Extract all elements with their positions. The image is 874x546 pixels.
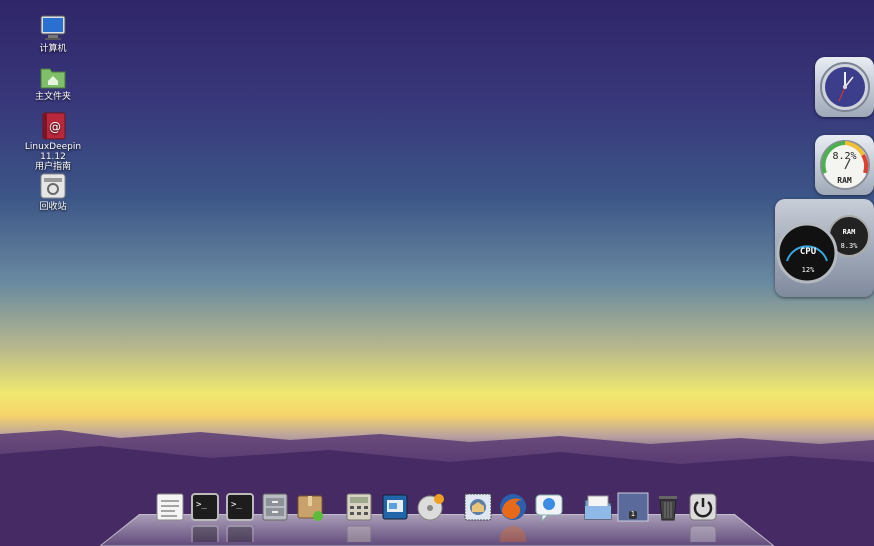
- dock-calculator[interactable]: [344, 492, 374, 522]
- desktop-icon-label: 主文件夹: [34, 92, 71, 102]
- svg-text:>_: >_: [231, 500, 242, 510]
- user-guide-icon: @: [42, 112, 66, 140]
- dock-mail-client[interactable]: [463, 492, 493, 522]
- dock-terminal-1[interactable]: >_: [190, 492, 220, 522]
- desktop-icon-label: 回收站: [39, 202, 67, 212]
- cpu-label: CPU: [799, 247, 817, 257]
- dock-text-editor[interactable]: [155, 492, 185, 522]
- svg-text:>_: >_: [196, 500, 207, 510]
- desktop-icon-label: 计算机: [39, 44, 67, 54]
- desktop-icon-trash[interactable]: 回收站: [13, 172, 93, 212]
- dock-reflection: [190, 524, 220, 542]
- cpu-value: 12%: [801, 266, 815, 274]
- dock-file-manager[interactable]: [583, 492, 613, 522]
- dock-reflection: [344, 524, 374, 542]
- dock-terminal-2[interactable]: >_: [225, 492, 255, 522]
- svg-text:@: @: [49, 120, 61, 134]
- ram-gauge-value: 8.2%: [832, 151, 857, 162]
- dock-workspace-switcher[interactable]: 1: [617, 492, 649, 522]
- dock-chat[interactable]: [534, 492, 564, 522]
- gauge-icon: [820, 140, 870, 190]
- ram-meter-label: RAM: [842, 228, 856, 236]
- desktop-icon-user-guide[interactable]: @ LinuxDeepin 11.12 用户指南: [13, 112, 93, 172]
- text-editor-icon: [156, 493, 184, 521]
- terminal-icon: >_: [226, 493, 254, 521]
- dock-power[interactable]: [688, 492, 718, 522]
- disc-burner-icon: [417, 494, 444, 521]
- dock-trash[interactable]: [653, 492, 683, 522]
- calculator-icon: [346, 493, 372, 521]
- power-icon: [689, 493, 717, 521]
- file-cabinet-icon: [262, 493, 288, 521]
- cpu-meter-widget[interactable]: CPU 12% RAM 8.3%: [775, 199, 874, 297]
- computer-icon: [40, 15, 66, 40]
- desktop-icon-home-folder[interactable]: 主文件夹: [13, 64, 93, 102]
- terminal-icon: >_: [191, 493, 219, 521]
- clock-icon: [820, 62, 870, 112]
- workspace-number: 1: [630, 510, 636, 518]
- dock-firefox[interactable]: [498, 492, 528, 522]
- chat-icon: [535, 494, 563, 522]
- dock-reflection: [498, 524, 528, 542]
- trash-icon: [659, 496, 677, 521]
- desktop-icon-computer[interactable]: 计算机: [13, 14, 93, 54]
- file-manager-icon: [584, 495, 612, 520]
- dock-reflection: [225, 524, 255, 542]
- mail-client-icon: [464, 493, 492, 521]
- home-folder-icon: [40, 68, 66, 89]
- presentation-icon: [382, 494, 408, 520]
- dock-package-installer[interactable]: [295, 492, 325, 522]
- desktop-icon-label: 用户指南: [34, 162, 71, 172]
- clock-widget[interactable]: [815, 57, 874, 117]
- desktop-icon-label: LinuxDeepin 11.12: [24, 142, 82, 162]
- ram-meter-value: 8.3%: [840, 242, 858, 250]
- ram-gauge-widget[interactable]: 8.2% RAM: [815, 135, 874, 195]
- dock-file-cabinet[interactable]: [260, 492, 290, 522]
- dock-disc-burner[interactable]: [415, 492, 445, 522]
- package-installer-icon: [297, 495, 323, 521]
- dock-reflection: [688, 524, 718, 542]
- trash-icon: [40, 173, 66, 199]
- ram-gauge-label: RAM: [837, 176, 852, 185]
- dock-presentation[interactable]: [380, 492, 410, 522]
- firefox-icon: [500, 494, 526, 520]
